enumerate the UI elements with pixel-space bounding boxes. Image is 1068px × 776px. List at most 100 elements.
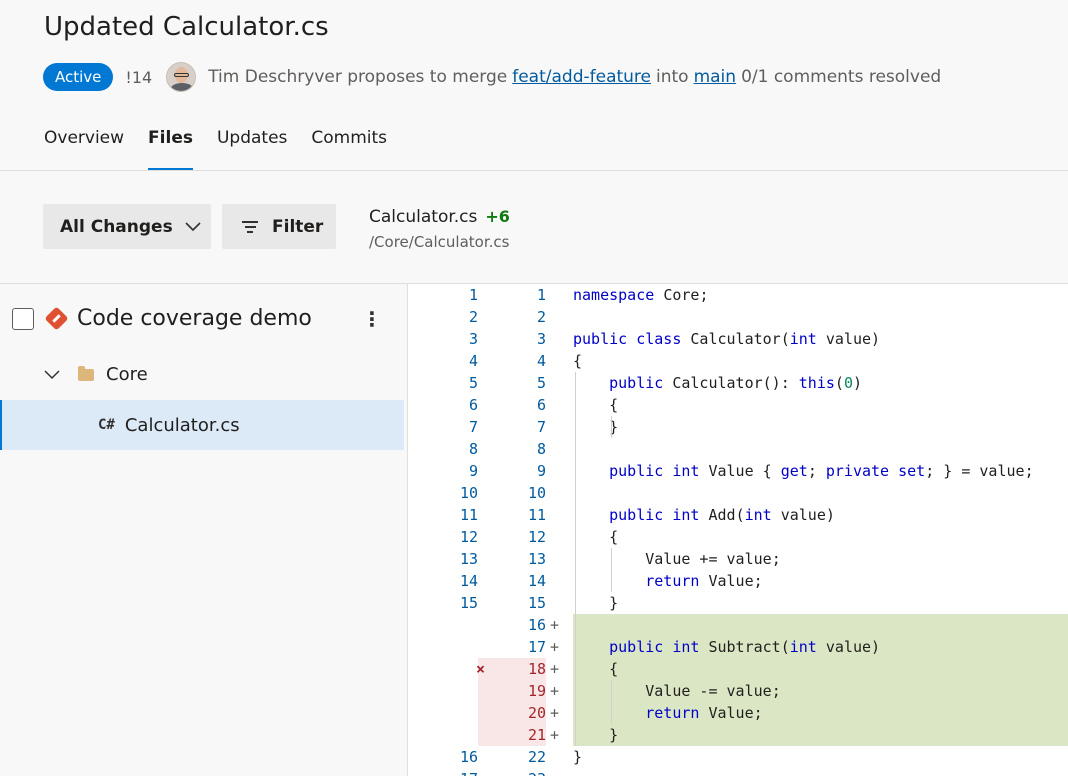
status-badge: Active <box>43 63 114 91</box>
diff-line: 18 × + { <box>408 658 1068 680</box>
new-line-number: 4 <box>536 352 546 370</box>
git-repo-icon <box>44 306 69 331</box>
new-line-number: 2 <box>536 308 546 326</box>
code-text: public Calculator(): this(0) <box>609 374 862 392</box>
new-line-number: 14 <box>527 572 546 590</box>
additions-count: +6 <box>485 207 510 226</box>
added-plus-icon: + <box>550 726 560 744</box>
indent-guide <box>611 548 612 592</box>
old-line-number: 9 <box>468 462 478 480</box>
old-line-number: 4 <box>468 352 478 370</box>
new-line-number: 20 <box>478 702 546 724</box>
new-line-number: 10 <box>527 484 546 502</box>
new-line-number: 1 <box>536 286 546 304</box>
repo-row: Code coverage demo ⋮ <box>12 306 382 331</box>
old-line-number <box>408 680 478 702</box>
chevron-down-icon[interactable] <box>44 369 60 380</box>
new-line-number: 8 <box>536 440 546 458</box>
old-line-number: 2 <box>468 308 478 326</box>
tree-file-calculator[interactable]: C# Calculator.cs <box>0 400 404 450</box>
diff-line: 11 11 public int Add(int value) <box>408 504 1068 526</box>
filter-icon <box>242 220 258 233</box>
old-line-number: 10 <box>459 484 478 502</box>
more-options-icon[interactable]: ⋮ <box>362 307 382 331</box>
added-plus-icon: + <box>550 616 560 634</box>
file-tree: Code coverage demo ⋮ Core C# Calculator.… <box>0 284 406 776</box>
new-line-number: 23 <box>478 768 546 776</box>
diff-line: 4 4 { <box>408 350 1068 372</box>
diff-line: 6 6 { <box>408 394 1068 416</box>
header-divider <box>0 170 1068 171</box>
folder-icon <box>78 365 94 381</box>
diff-line: 88 <box>408 438 1068 460</box>
all-changes-dropdown[interactable]: All Changes <box>43 204 211 249</box>
new-line-number: 17 <box>527 638 546 656</box>
old-line-number: 14 <box>459 572 478 590</box>
old-line-number: 17 <box>408 768 478 776</box>
code-text: { <box>573 352 583 370</box>
source-branch-link[interactable]: feat/add-feature <box>512 67 651 87</box>
new-line-number: 21 <box>478 724 546 746</box>
indent-guide <box>611 680 612 724</box>
repo-name: Code coverage demo <box>77 306 312 331</box>
diff-line: 16 22} <box>408 746 1068 768</box>
code-text: return Value; <box>645 704 763 722</box>
uncovered-icon: × <box>476 660 486 678</box>
pr-tabs: Overview Files Updates Commits <box>44 128 411 170</box>
old-line-number: 6 <box>468 396 478 414</box>
tree-folder-core[interactable]: Core <box>44 364 148 385</box>
select-checkbox[interactable] <box>12 307 34 330</box>
diff-line: 19 + Value -= value; <box>408 680 1068 702</box>
new-line-number: 5 <box>536 374 546 392</box>
code-text: public int Add(int value) <box>609 506 835 524</box>
diff-line: 14 14 return Value; <box>408 570 1068 592</box>
diff-viewer[interactable]: 1 1 namespace Core; 2 2 3 3 public class Calcul… <box>407 284 1068 776</box>
diff-line: 16 + <box>408 614 1068 636</box>
new-line-number: 12 <box>527 528 546 546</box>
new-line-number: 7 <box>536 418 546 436</box>
code-text: { <box>573 396 619 414</box>
code-text: } <box>573 594 619 612</box>
code-text: return Value; <box>645 572 763 590</box>
old-line-number: 12 <box>459 528 478 546</box>
diff-line: 21 + } <box>408 724 1068 746</box>
pr-id: !14 <box>125 67 153 87</box>
code-text: namespace Core; <box>573 286 709 304</box>
file-header-path: /Core/Calculator.cs <box>369 233 510 251</box>
diff-line: 12 12 { <box>408 526 1068 548</box>
file-header: Calculator.cs +6 /Core/Calculator.cs <box>369 207 510 251</box>
old-line-number <box>408 724 478 746</box>
tab-updates[interactable]: Updates <box>217 128 287 170</box>
diff-line: 77 } <box>408 416 1068 438</box>
diff-line: 9 9 public int Value { get; private set; … <box>408 460 1068 482</box>
old-line-number: 7 <box>468 418 478 436</box>
old-line-number: 3 <box>468 330 478 348</box>
folder-name: Core <box>106 364 148 385</box>
old-line-number: 15 <box>459 594 478 612</box>
filter-button[interactable]: Filter <box>222 204 336 249</box>
tab-commits[interactable]: Commits <box>311 128 387 170</box>
into-text: into <box>656 67 689 87</box>
code-text: { <box>573 528 619 546</box>
code-text: } <box>573 748 583 766</box>
indent-guide <box>575 372 576 746</box>
code-text: public int Value { get; private set; } =… <box>609 462 1034 480</box>
avatar[interactable] <box>166 62 197 92</box>
old-line-number <box>408 702 478 724</box>
comments-status: 0/1 comments resolved <box>741 67 942 87</box>
code-text: { <box>573 660 619 678</box>
diff-line: 20 + return Value; <box>408 702 1068 724</box>
diff-line: 5 5 public Calculator(): this(0) <box>408 372 1068 394</box>
code-text: public class Calculator(int value) <box>573 330 881 348</box>
filter-label: Filter <box>272 216 324 237</box>
new-line-number: 16 <box>527 616 546 634</box>
old-line-number: 1 <box>468 286 478 304</box>
tab-files[interactable]: Files <box>148 128 193 170</box>
added-plus-icon: + <box>550 638 560 656</box>
old-line-number: 8 <box>468 440 478 458</box>
new-line-number: 15 <box>527 594 546 612</box>
old-line-number <box>408 658 478 680</box>
tab-overview[interactable]: Overview <box>44 128 124 170</box>
new-line-number: 19 <box>478 680 546 702</box>
target-branch-link[interactable]: main <box>694 67 736 87</box>
